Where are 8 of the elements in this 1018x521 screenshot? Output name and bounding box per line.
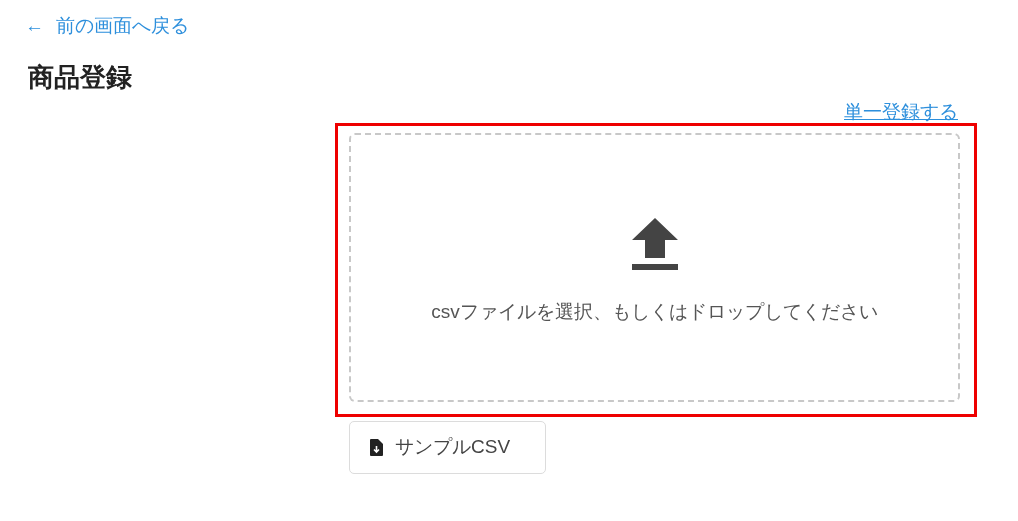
file-download-icon bbox=[370, 439, 383, 456]
upload-icon bbox=[631, 218, 678, 271]
file-dropzone[interactable]: csvファイルを選択、もしくはドロップしてください bbox=[349, 133, 960, 402]
single-register-link[interactable]: 単一登録する bbox=[844, 101, 958, 123]
page-title: 商品登録 bbox=[28, 61, 132, 93]
back-link[interactable]: ← 前の画面へ戻る bbox=[25, 13, 189, 39]
dropzone-message: csvファイルを選択、もしくはドロップしてください bbox=[431, 300, 878, 325]
sample-csv-button[interactable]: サンプルCSV bbox=[349, 421, 546, 474]
